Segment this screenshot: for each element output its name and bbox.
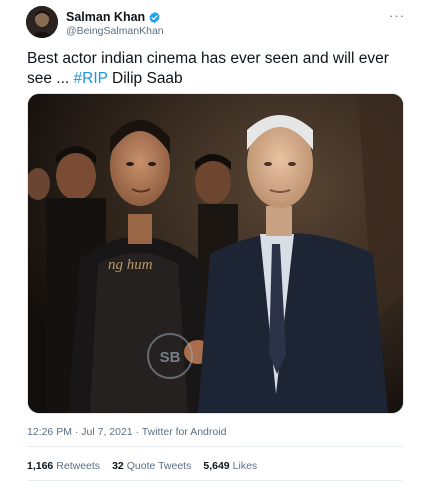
retweets-stat[interactable]: 1,166 Retweets (27, 460, 100, 472)
quote-tweets-stat[interactable]: 32 Quote Tweets (112, 460, 191, 472)
divider-top (27, 446, 402, 447)
author-handle[interactable]: @BeingSalmanKhan (66, 25, 164, 37)
retweets-label: Retweets (56, 460, 101, 472)
likes-label: Likes (232, 460, 258, 472)
tweet-stats: 1,166 Retweets 32 Quote Tweets 5,649 Likes (27, 460, 257, 472)
quotes-label: Quote Tweets (126, 460, 192, 472)
likes-count: 5,649 (203, 460, 230, 472)
divider-bottom (27, 480, 402, 481)
avatar-photo (26, 6, 58, 38)
more-options-icon[interactable]: ··· (389, 9, 405, 22)
hashtag-link[interactable]: #RIP (74, 70, 108, 87)
author-row: Salman Khan (66, 10, 161, 24)
shirt-print: ng hum (108, 257, 153, 273)
tweet-photo[interactable]: ng hum SB (27, 93, 404, 414)
tweet-timestamp[interactable]: 12:26 PM · Jul 7, 2021 · Twitter for And… (27, 426, 226, 438)
photo-watermark: SB (160, 349, 181, 366)
quotes-count: 32 (112, 460, 124, 472)
verified-badge-icon (148, 11, 161, 24)
tweet-text: Best actor indian cinema has ever seen a… (27, 49, 397, 89)
tweet: Salman Khan @BeingSalmanKhan ··· Best ac… (0, 0, 424, 488)
tweet-text-tail: Dilip Saab (107, 70, 183, 87)
likes-stat[interactable]: 5,649 Likes (203, 460, 257, 472)
retweets-count: 1,166 (27, 460, 54, 472)
photo-illustration: ng hum SB (28, 94, 403, 413)
author-name[interactable]: Salman Khan (66, 10, 145, 24)
avatar[interactable] (26, 6, 58, 38)
